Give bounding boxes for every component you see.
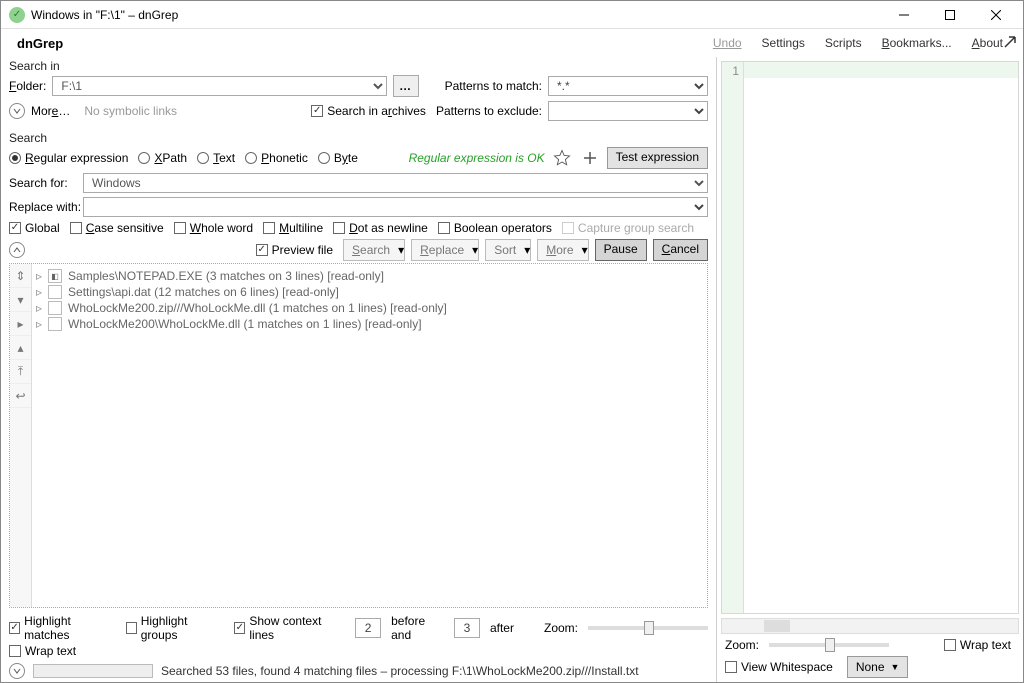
replace-with-label: Replace with: [9, 200, 77, 214]
result-row[interactable]: ▹WhoLockMe200\WhoLockMe.dll (1 matches o… [36, 316, 703, 332]
after-label: after [490, 621, 514, 635]
favorite-icon[interactable] [551, 147, 573, 169]
search-in-archives-checkbox[interactable]: Search in archives [311, 104, 426, 118]
preview-panel: 1 Zoom: Wrap text View Whitespace None▼ [717, 57, 1023, 682]
status-expand-toggle[interactable] [9, 663, 25, 679]
app-icon: ✓ [9, 7, 25, 23]
result-row[interactable]: ▹WhoLockMe200.zip///WhoLockMe.dll (1 mat… [36, 300, 703, 316]
opt-multiline[interactable]: Multiline [263, 221, 323, 235]
sort-button[interactable]: Sort▾ [485, 239, 531, 261]
browse-folder-button[interactable]: … [393, 75, 419, 97]
patterns-match-label: Patterns to match: [445, 79, 542, 93]
status-text: Searched 53 files, found 4 matching file… [161, 664, 639, 678]
preview-zoom-label: Zoom: [725, 638, 759, 652]
file-icon [48, 285, 62, 299]
opt-bool[interactable]: Boolean operators [438, 221, 552, 235]
radio-xpath[interactable]: XPath [138, 151, 187, 165]
search-heading: Search [1, 129, 716, 145]
preview-file-checkbox[interactable]: Preview file [256, 243, 333, 257]
results-bottom-button[interactable]: ⤒ [10, 360, 31, 384]
cancel-button[interactable]: Cancel [653, 239, 708, 261]
more-options-toggle[interactable] [9, 103, 25, 119]
context-after-input[interactable] [454, 618, 480, 638]
before-and-label: before and [391, 614, 444, 642]
maximize-button[interactable] [927, 1, 973, 29]
patterns-exclude-label: Patterns to exclude: [436, 104, 542, 118]
highlight-groups-checkbox[interactable]: Highlight groups [126, 614, 221, 642]
replace-with-input[interactable] [83, 197, 708, 217]
menu-undo[interactable]: Undo [703, 32, 752, 54]
results-next-button[interactable]: ▾ [10, 288, 31, 312]
pause-button[interactable]: Pause [595, 239, 647, 261]
collapse-results-toggle[interactable] [9, 242, 25, 258]
radio-phonetic[interactable]: Phonetic [245, 151, 308, 165]
menu-scripts[interactable]: Scripts [815, 32, 872, 54]
search-for-label: Search for: [9, 176, 77, 190]
regex-status: Regular expression is OK [409, 151, 545, 165]
replace-button[interactable]: Replace▾ [411, 239, 479, 261]
more-label[interactable]: More… [31, 104, 70, 118]
test-expression-button[interactable]: Test expression [607, 147, 708, 169]
results-top-button[interactable]: ▴ [10, 336, 31, 360]
whitespace-mode-dropdown[interactable]: None▼ [847, 656, 909, 678]
opt-whole[interactable]: Whole word [174, 221, 253, 235]
progress-bar [33, 664, 153, 678]
results-area: ⇕ ▾ ▸ ▴ ⤒ ↩ ▹◧Samples\NOTEPAD.EXE (3 mat… [9, 263, 708, 608]
file-icon: ◧ [48, 269, 62, 283]
add-icon[interactable] [579, 147, 601, 169]
highlight-matches-checkbox[interactable]: Highlight matches [9, 614, 112, 642]
opt-dot[interactable]: Dot as newline [333, 221, 428, 235]
opt-global[interactable]: Global [9, 221, 60, 235]
expand-icon[interactable] [1003, 35, 1017, 49]
radio-regex[interactable]: Regular expression [9, 151, 128, 165]
opt-capture: Capture group search [562, 221, 694, 235]
patterns-exclude-input[interactable] [548, 101, 708, 121]
search-button[interactable]: Search▾ [343, 239, 405, 261]
symlinks-status: No symbolic links [84, 104, 177, 118]
app-menu-name: dnGrep [11, 36, 69, 51]
results-wrap-button[interactable]: ↩ [10, 384, 31, 408]
preview-editor[interactable]: 1 [721, 61, 1019, 614]
results-prev-button[interactable]: ▸ [10, 312, 31, 336]
more-button[interactable]: More▾ [537, 239, 588, 261]
menu-settings[interactable]: Settings [752, 32, 815, 54]
results-sidebar: ⇕ ▾ ▸ ▴ ⤒ ↩ [10, 264, 32, 607]
window-title: Windows in "F:\1" – dnGrep [31, 8, 178, 22]
preview-zoom-slider[interactable] [769, 643, 889, 647]
preview-horizontal-scrollbar[interactable] [721, 618, 1019, 634]
file-icon [48, 317, 62, 331]
result-row[interactable]: ▹◧Samples\NOTEPAD.EXE (3 matches on 3 li… [36, 268, 703, 284]
radio-byte[interactable]: Byte [318, 151, 358, 165]
view-whitespace-checkbox[interactable]: View Whitespace [725, 660, 833, 674]
wrap-text-checkbox[interactable]: Wrap text [9, 644, 76, 658]
folder-input[interactable]: F:\1 [52, 76, 386, 96]
search-for-input[interactable]: Windows [83, 173, 708, 193]
results-zoom-slider[interactable] [588, 626, 708, 630]
search-in-heading: Search in [1, 57, 716, 73]
results-list[interactable]: ▹◧Samples\NOTEPAD.EXE (3 matches on 3 li… [32, 264, 707, 607]
close-button[interactable] [973, 1, 1019, 29]
file-icon [48, 301, 62, 315]
preview-wrap-text-checkbox[interactable]: Wrap text [944, 638, 1011, 652]
preview-gutter: 1 [722, 62, 744, 613]
radio-text[interactable]: Text [197, 151, 235, 165]
zoom-label: Zoom: [544, 621, 578, 635]
main-panel: Search in Folder: F:\1 … Patterns to mat… [1, 57, 717, 682]
menu-bar: dnGrep Undo Settings Scripts Bookmarks..… [1, 29, 1023, 57]
menu-bookmarks[interactable]: Bookmarks... [872, 32, 962, 54]
patterns-match-input[interactable]: *.* [548, 76, 708, 96]
results-expand-all-button[interactable]: ⇕ [10, 264, 31, 288]
minimize-button[interactable] [881, 1, 927, 29]
show-context-checkbox[interactable]: Show context lines [234, 614, 341, 642]
title-bar: ✓ Windows in "F:\1" – dnGrep [1, 1, 1023, 29]
context-before-input[interactable] [355, 618, 381, 638]
opt-case[interactable]: Case sensitive [70, 221, 164, 235]
result-row[interactable]: ▹Settings\api.dat (12 matches on 6 lines… [36, 284, 703, 300]
folder-label: Folder: [9, 79, 46, 93]
